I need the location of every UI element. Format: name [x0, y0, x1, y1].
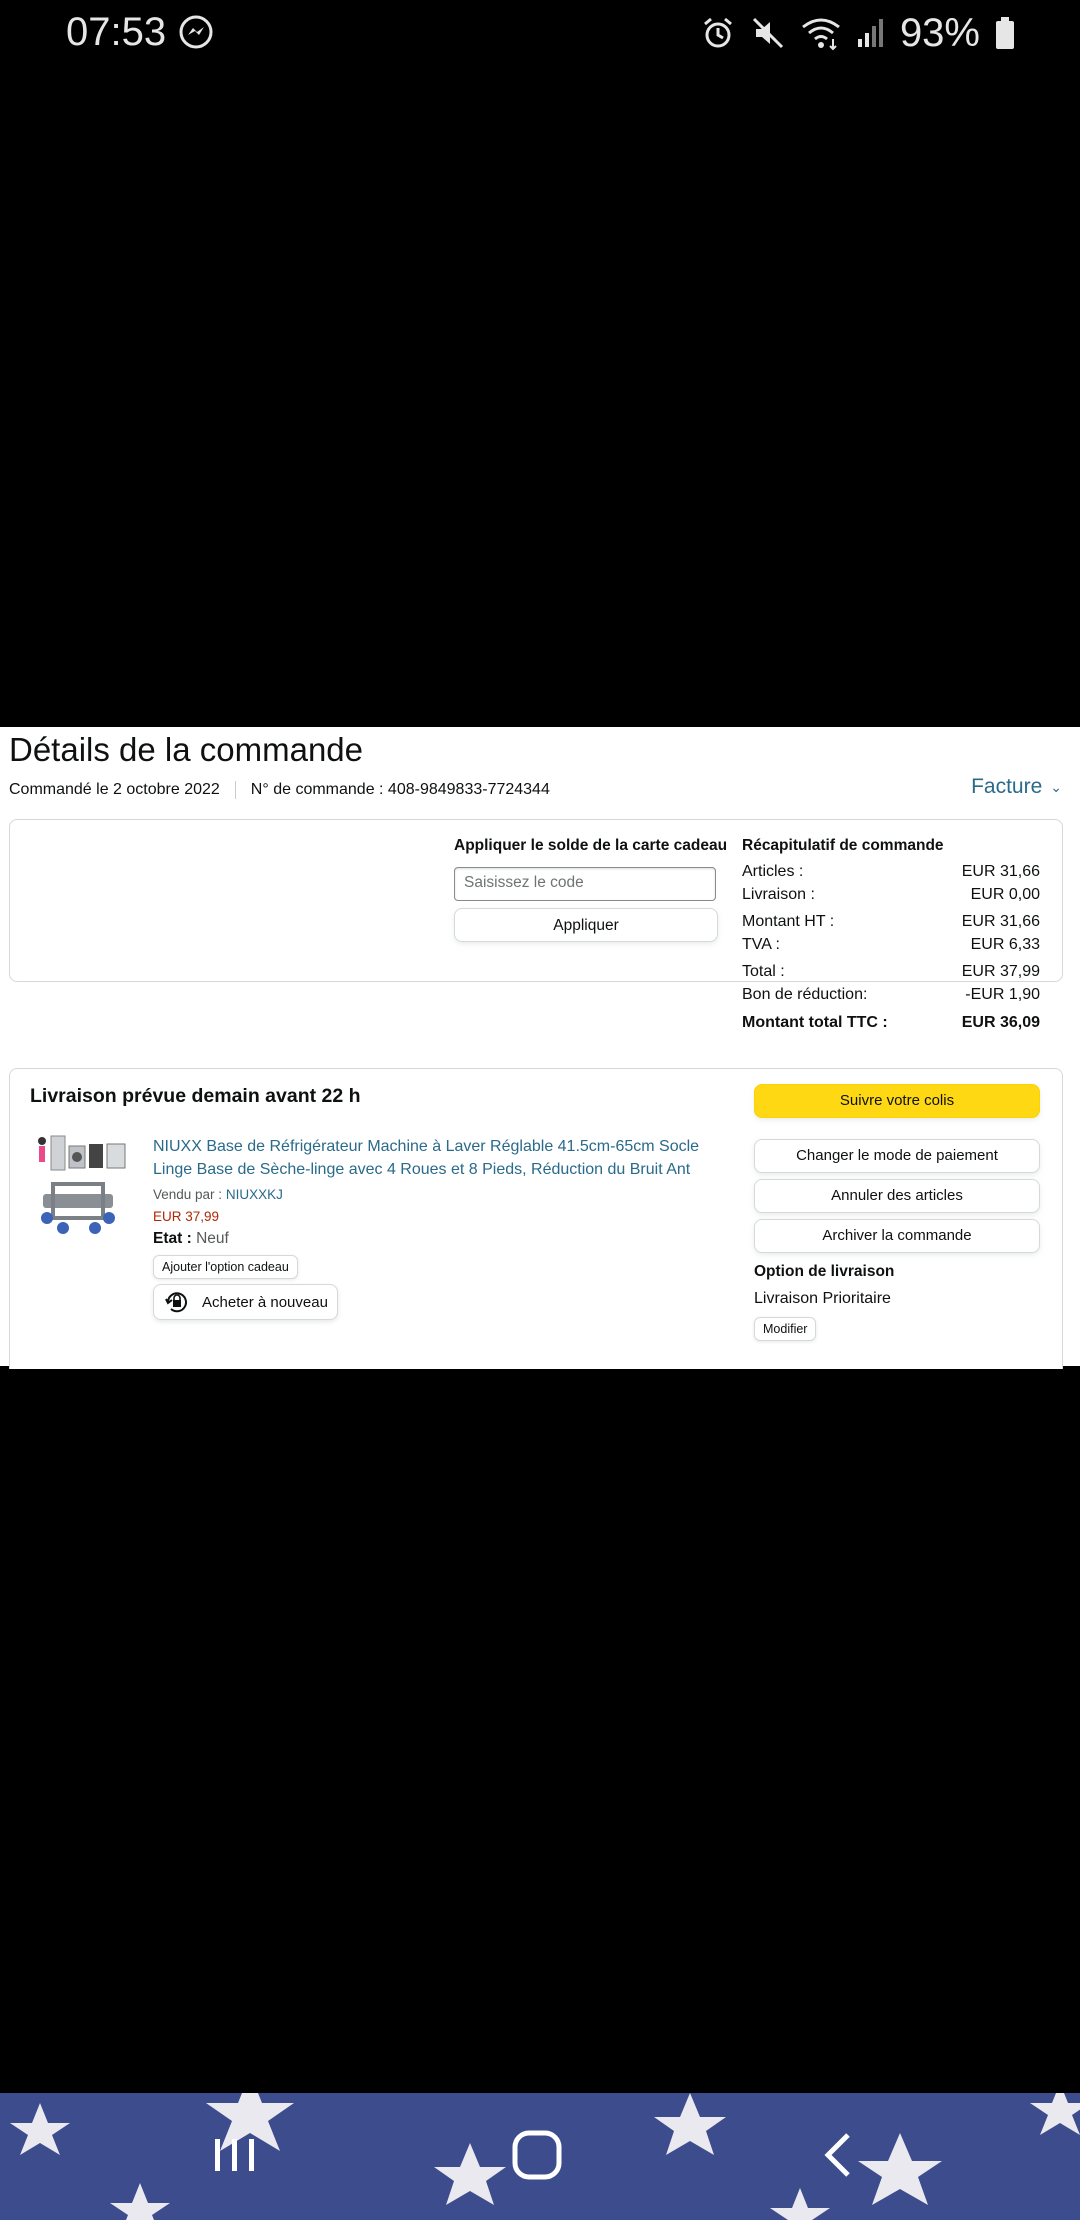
track-package-button[interactable]: Suivre votre colis	[754, 1084, 1040, 1118]
wifi-icon	[800, 15, 842, 51]
summary-value: EUR 0,00	[970, 886, 1040, 903]
buy-again-label: Acheter à nouveau	[202, 1293, 328, 1311]
messenger-icon	[178, 14, 214, 50]
summary-row-discount: Bon de réduction: -EUR 1,90	[742, 986, 1040, 1004]
gift-card-label: Appliquer le solde de la carte cadeau	[454, 837, 728, 854]
summary-row-vat: TVA : EUR 6,33	[742, 936, 1040, 954]
seller-link[interactable]: NIUXXKJ	[226, 1187, 283, 1202]
summary-value: EUR 6,33	[970, 936, 1040, 953]
battery-icon	[994, 15, 1016, 51]
delivery-option-value: Livraison Prioritaire	[754, 1290, 891, 1307]
sold-by-label: Vendu par :	[153, 1187, 223, 1202]
summary-value: EUR 31,66	[961, 863, 1040, 880]
summary-value: EUR 37,99	[961, 963, 1040, 980]
summary-row-articles: Articles : EUR 31,66	[742, 863, 1040, 881]
apply-gift-card-button[interactable]: Appliquer	[454, 908, 718, 942]
condition-value: Neuf	[196, 1230, 229, 1247]
order-details-page: Détails de la commande Commandé le 2 oct…	[0, 727, 1080, 1369]
product-image[interactable]	[33, 1132, 133, 1239]
product-title-link[interactable]: NIUXX Base de Réfrigérateur Machine à La…	[153, 1135, 713, 1181]
recent-apps-button[interactable]	[205, 2125, 265, 2185]
invoice-label: Facture	[971, 775, 1043, 798]
modify-delivery-button[interactable]: Modifier	[754, 1317, 817, 1341]
summary-label: Livraison :	[742, 886, 815, 903]
summary-label: TVA :	[742, 936, 780, 953]
battery-level: 93%	[899, 10, 980, 55]
summary-row-grand-total: Montant total TTC : EUR 36,09	[742, 1014, 1040, 1032]
order-meta: Commandé le 2 octobre 2022 N° de command…	[9, 781, 550, 799]
order-number: N° de commande : 408-9849833-7724344	[250, 781, 550, 798]
condition-label: Etat :	[153, 1230, 192, 1247]
divider	[234, 781, 236, 799]
signal-icon	[856, 15, 886, 51]
change-payment-button[interactable]: Changer le mode de paiement	[754, 1139, 1040, 1173]
delivery-option-title: Option de livraison	[754, 1263, 895, 1280]
chevron-down-icon: ⌄	[1050, 778, 1062, 795]
product-price: EUR 37,99	[153, 1209, 220, 1224]
summary-label: Montant HT :	[742, 913, 835, 930]
product-condition: Etat : Neuf	[153, 1230, 229, 1248]
summary-row-shipping: Livraison : EUR 0,00	[742, 886, 1040, 904]
summary-label: Articles :	[742, 863, 804, 880]
alarm-icon	[700, 15, 736, 51]
back-button[interactable]	[810, 2125, 870, 2185]
invoice-dropdown[interactable]: Facture ⌄	[971, 775, 1062, 799]
archive-order-button[interactable]: Archiver la commande	[754, 1219, 1040, 1253]
order-summary-title: Récapitulatif de commande	[742, 837, 944, 854]
buy-again-button[interactable]: Acheter à nouveau	[153, 1284, 338, 1320]
status-bar: 07:53 93%	[0, 0, 1080, 66]
summary-value: EUR 36,09	[961, 1014, 1040, 1031]
clock: 07:53	[66, 10, 167, 54]
home-button[interactable]	[507, 2125, 567, 2185]
add-gift-option-button[interactable]: Ajouter l'option cadeau	[153, 1255, 298, 1279]
seller-line: Vendu par : NIUXXKJ	[153, 1187, 283, 1202]
summary-value: EUR 31,66	[961, 913, 1040, 930]
page-title: Détails de la commande	[9, 731, 364, 768]
navigation-bar	[0, 2093, 1080, 2220]
summary-label: Montant total TTC :	[742, 1014, 888, 1031]
reorder-icon	[164, 1289, 190, 1315]
summary-label: Bon de réduction:	[742, 986, 868, 1003]
summary-label: Total :	[742, 963, 785, 980]
cancel-items-button[interactable]: Annuler des articles	[754, 1179, 1040, 1213]
summary-row-subtotal-ht: Montant HT : EUR 31,66	[742, 913, 1040, 931]
mute-icon	[750, 15, 786, 51]
summary-row-total: Total : EUR 37,99	[742, 963, 1040, 981]
gift-card-code-input[interactable]: Saisissez le code	[454, 867, 716, 901]
delivery-estimate-title: Livraison prévue demain avant 22 h	[30, 1085, 361, 1107]
order-date: Commandé le 2 octobre 2022	[9, 781, 220, 798]
summary-value: -EUR 1,90	[965, 986, 1040, 1003]
